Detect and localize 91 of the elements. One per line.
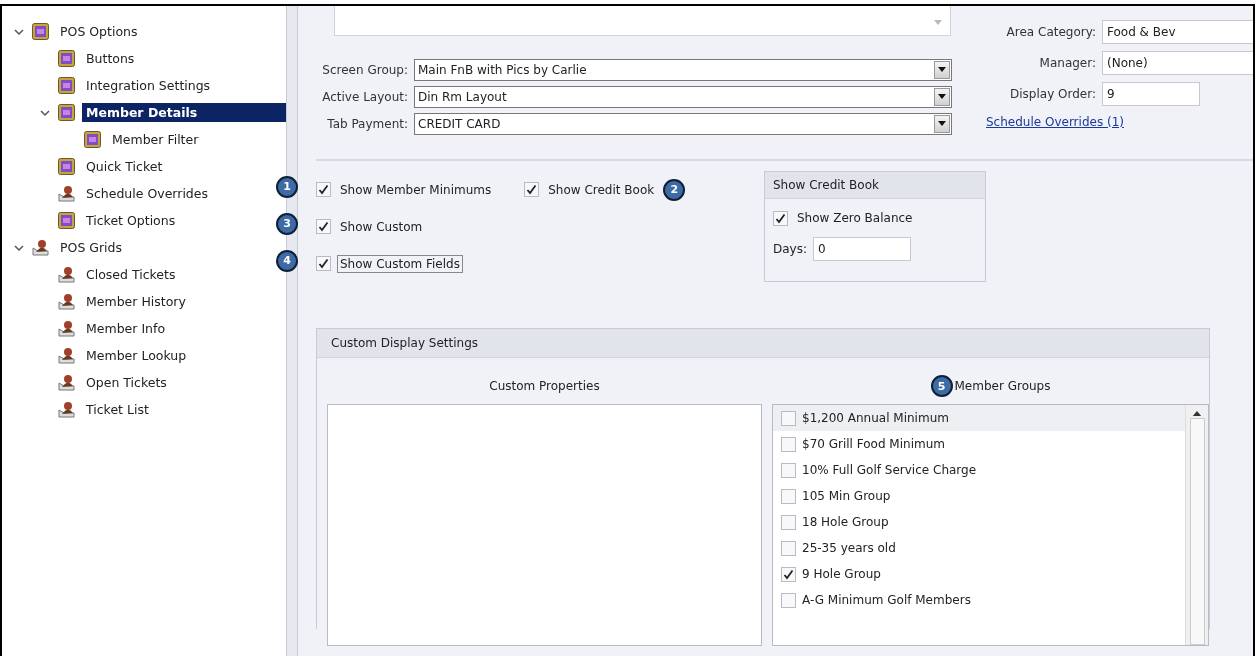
- form-icon: [58, 77, 75, 94]
- dropdown-field[interactable]: CREDIT CARD: [414, 112, 952, 135]
- checkbox-label[interactable]: Show Member Minimums: [337, 180, 495, 199]
- list-item[interactable]: 18 Hole Group: [773, 509, 1185, 535]
- form-icon: [84, 131, 101, 148]
- checkbox[interactable]: [316, 219, 331, 234]
- tree-item[interactable]: Integration Settings: [82, 76, 215, 95]
- tree-item[interactable]: Buttons: [82, 49, 139, 68]
- list-item[interactable]: A-G Minimum Golf Members: [773, 587, 1185, 613]
- checkbox[interactable]: [773, 210, 788, 226]
- tree-item[interactable]: POS Options: [56, 22, 142, 41]
- dropdown-button[interactable]: [934, 87, 950, 106]
- column-heading: Custom Properties: [489, 379, 600, 393]
- checkbox-label[interactable]: Show Custom: [337, 217, 426, 236]
- tree-item[interactable]: POS Grids: [56, 238, 127, 257]
- person-card-icon: [58, 401, 75, 418]
- column-heading: Member Groups: [954, 379, 1051, 393]
- scrollbar[interactable]: [1185, 405, 1208, 645]
- checkbox-label[interactable]: Show Zero Balance: [794, 209, 916, 227]
- person-card-icon: [58, 374, 75, 391]
- tree-item[interactable]: Closed Tickets: [82, 265, 180, 284]
- caret-icon: [938, 121, 946, 126]
- up-arrow-icon[interactable]: [1192, 411, 1202, 417]
- form-icon: [58, 212, 75, 229]
- tree-item[interactable]: Member Info: [82, 319, 170, 338]
- schedule-overrides-link[interactable]: Schedule Overrides (1): [986, 115, 1124, 129]
- checkbox[interactable]: [781, 488, 796, 504]
- checkbox[interactable]: [781, 514, 796, 530]
- checkbox[interactable]: [781, 540, 796, 556]
- checkbox[interactable]: [781, 566, 796, 582]
- number-badge: 2: [663, 178, 686, 201]
- input-field[interactable]: 9: [1102, 81, 1200, 106]
- dropdown-field[interactable]: Main FnB with Pics by Carlie: [414, 58, 952, 81]
- panel-title: Custom Display Settings: [317, 329, 1209, 358]
- tree-item[interactable]: Quick Ticket: [82, 157, 167, 176]
- checkbox-label[interactable]: Show Custom Fields: [337, 254, 463, 273]
- field-label: Area Category:: [1005, 24, 1097, 39]
- checkbox-label[interactable]: Show Credit Book: [545, 180, 658, 199]
- list-item[interactable]: 10% Full Golf Service Charge: [773, 457, 1185, 483]
- input-field[interactable]: 0: [813, 237, 911, 261]
- group-title: Show Credit Book: [765, 172, 985, 199]
- person-card-icon: [32, 239, 49, 256]
- dropdown-field[interactable]: Din Rm Layout: [414, 85, 952, 108]
- list-item[interactable]: 9 Hole Group: [773, 561, 1185, 587]
- list-item[interactable]: 105 Min Group: [773, 483, 1185, 509]
- list-box[interactable]: $1,200 Annual Minimum $70 Grill Food Minimum 10% Full Golf Service Charge 105 Min Group 18 Hole Group 25-35 years old 9 Hole Group A-G Minimum Golf Members: [772, 404, 1209, 646]
- field-label: Display Order:: [1009, 86, 1097, 101]
- field-label: Tab Payment:: [326, 116, 409, 131]
- tree-item[interactable]: Member Details: [82, 103, 286, 122]
- chevron-icon[interactable]: [14, 27, 24, 36]
- form-icon: [32, 23, 49, 40]
- scroll-thumb[interactable]: [1189, 418, 1205, 645]
- form-icon: [58, 50, 75, 67]
- tree-item[interactable]: Ticket List: [82, 400, 153, 419]
- tree-item[interactable]: Member Lookup: [82, 346, 191, 365]
- checkbox[interactable]: [781, 436, 796, 452]
- input-field[interactable]: Food & Bev: [1102, 19, 1253, 44]
- person-card-icon: [58, 266, 75, 283]
- dropdown-button[interactable]: [934, 60, 950, 79]
- tree-item[interactable]: Ticket Options: [82, 211, 180, 230]
- checkbox[interactable]: [781, 462, 796, 478]
- checkbox[interactable]: [316, 256, 331, 271]
- checkbox[interactable]: [781, 410, 796, 426]
- checkbox[interactable]: [524, 182, 540, 197]
- caret-icon: [938, 67, 946, 72]
- caret-icon: [938, 94, 946, 99]
- person-card-icon: [58, 185, 75, 202]
- checkbox[interactable]: [781, 592, 796, 608]
- person-card-icon: [58, 320, 75, 337]
- input-field[interactable]: (None): [1102, 50, 1253, 75]
- checkbox[interactable]: [316, 182, 331, 197]
- field-label: Manager:: [1038, 55, 1097, 70]
- tree-item[interactable]: Open Tickets: [82, 373, 171, 392]
- field-label: Active Layout:: [321, 89, 409, 104]
- number-badge: 5: [930, 375, 953, 397]
- chevron-icon[interactable]: [40, 108, 50, 117]
- list-item[interactable]: $1,200 Annual Minimum: [773, 405, 1185, 431]
- caret-icon: [934, 20, 942, 25]
- list-item[interactable]: $70 Grill Food Minimum: [773, 431, 1185, 457]
- form-icon: [58, 158, 75, 175]
- person-card-icon: [58, 293, 75, 310]
- tree-item[interactable]: Member Filter: [108, 130, 203, 149]
- tree-item[interactable]: Member History: [82, 292, 190, 311]
- form-icon: [58, 104, 75, 121]
- person-card-icon: [58, 347, 75, 364]
- dropdown-button[interactable]: [934, 114, 950, 133]
- field-label: Screen Group:: [321, 62, 409, 77]
- field-label: Days:: [773, 242, 807, 256]
- list-item[interactable]: 25-35 years old: [773, 535, 1185, 561]
- tree-item[interactable]: Schedule Overrides: [82, 184, 212, 203]
- chevron-icon[interactable]: [14, 243, 24, 252]
